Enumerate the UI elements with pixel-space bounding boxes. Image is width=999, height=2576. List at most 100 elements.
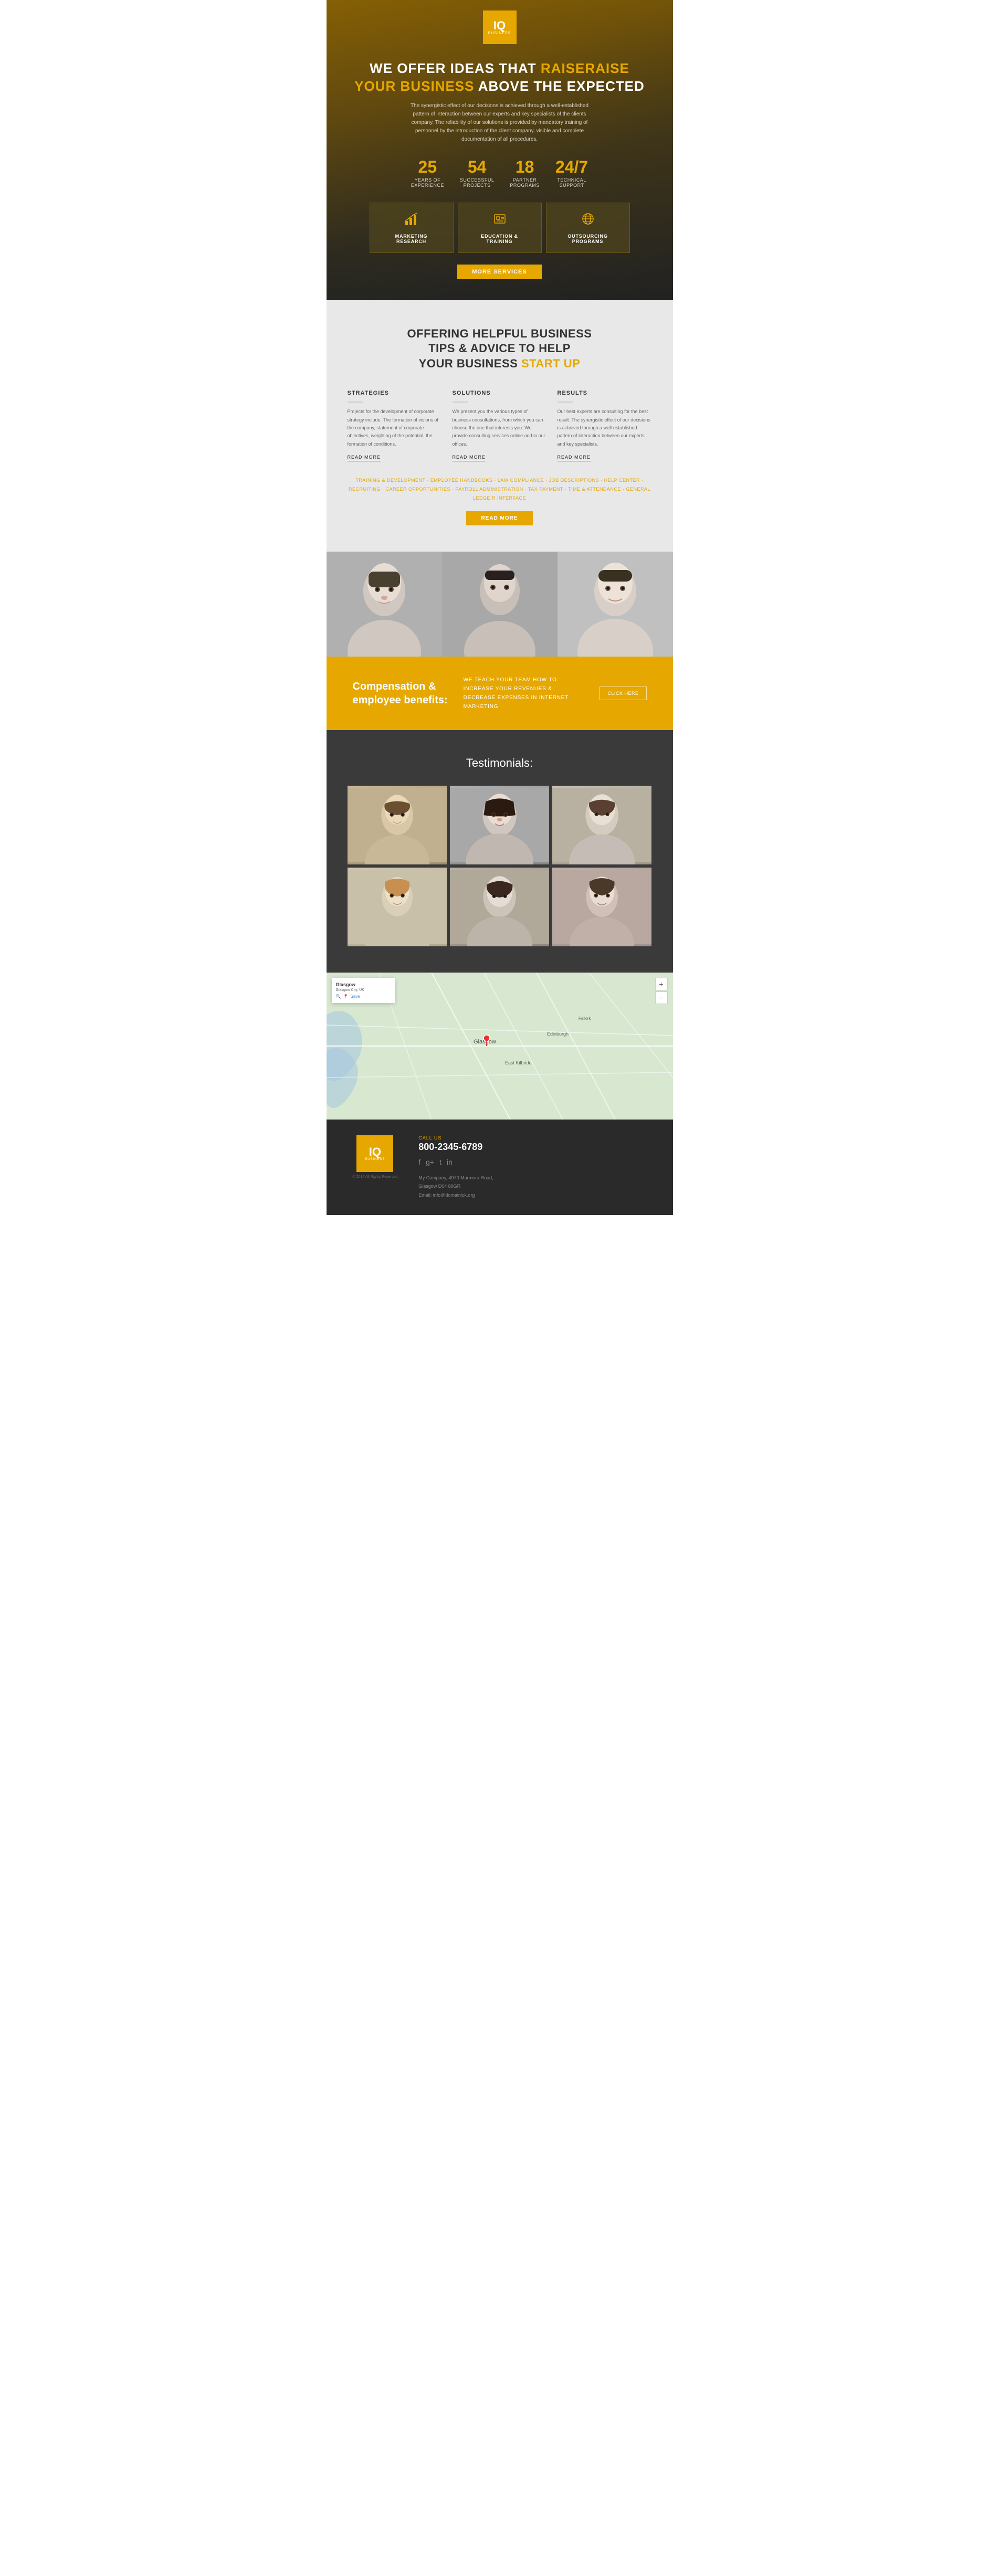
social-facebook[interactable]: f (418, 1158, 420, 1166)
team-photos (327, 552, 673, 657)
stat-programs-label: partnerprograms (510, 177, 540, 188)
social-linkedin[interactable]: in (447, 1158, 453, 1166)
testimonial-1 (348, 786, 447, 864)
solutions-read-more[interactable]: read more (453, 455, 486, 461)
testimonial-4 (348, 868, 447, 946)
services-links: TRAINING & DEVELOPMENT · EMPLOYEE HANDBO… (348, 476, 652, 503)
hero-title-line1: WE OFFER IDEAS THAT (370, 60, 537, 76)
footer-company: My Company, 4970 Marmora Road, (418, 1175, 493, 1180)
svg-text:East Kilbride: East Kilbride (505, 1060, 532, 1065)
footer-social: f g+ t in (418, 1158, 646, 1166)
results-read-more[interactable]: read more (558, 455, 591, 461)
testimonial-5-svg (450, 868, 549, 946)
team-person-2-svg (442, 552, 558, 657)
footer-logo-business: business (365, 1158, 385, 1161)
service-marketing-label: MARKETINGRESEARCH (395, 234, 428, 244)
logo: IQ business (483, 10, 517, 44)
footer: IQ business © 2014 All Rights Reserved C… (327, 1120, 673, 1215)
stat-programs-number: 18 (510, 159, 540, 175)
social-twitter[interactable]: t (439, 1158, 441, 1166)
svg-text:Falkirk: Falkirk (579, 1016, 592, 1021)
stat-programs: 18 partnerprograms (510, 159, 540, 188)
map-overlay-title: Glasgow (336, 982, 391, 987)
footer-contact: CALL US 800-2345-6789 f g+ t in My Compa… (418, 1135, 646, 1199)
logo-business: business (488, 31, 511, 35)
stat-projects-number: 54 (460, 159, 495, 175)
outsourcing-icon (581, 212, 595, 229)
map-overlay-pin[interactable]: 📍 (343, 994, 348, 999)
hero-title: WE OFFER IDEAS THAT RAISERAISE YOUR BUSI… (354, 60, 645, 96)
hero-raise-word: RAISE (585, 60, 629, 76)
service-outsourcing[interactable]: OUTSOURCINGPROGRAMS (546, 203, 630, 253)
col-solutions: SOLUTIONS We present you the various typ… (453, 390, 547, 461)
stat-projects: 54 successfulprojects (460, 159, 495, 188)
hero-section: IQ business WE OFFER IDEAS THAT RAISERAI… (327, 0, 673, 300)
team-person-1-svg (327, 552, 442, 657)
map-overlay: Glasgow Glasgow City, UK 🔍 📍 Save (332, 978, 395, 1003)
footer-email: Email: info@domainlck.org (418, 1192, 475, 1198)
map-overlay-search[interactable]: 🔍 (336, 994, 341, 999)
footer-address: My Company, 4970 Marmora Road, Glasgow D… (418, 1174, 646, 1199)
tips-line1: OFFERING HELPFUL BUSINESS (407, 327, 592, 340)
stat-support-label: technicalsupport (555, 177, 588, 188)
testimonial-3 (552, 786, 651, 864)
team-photo-1 (327, 552, 442, 657)
tips-section: OFFERING HELPFUL BUSINESS TIPS & ADVICE … (327, 300, 673, 552)
stat-support: 24/7 technicalsupport (555, 159, 588, 188)
stat-support-number: 24/7 (555, 159, 588, 175)
footer-logo: IQ business (356, 1135, 393, 1172)
map-zoom-in[interactable]: + (655, 978, 668, 990)
solutions-text: We present you the various types of busi… (453, 408, 547, 448)
strategies-read-more[interactable]: read more (348, 455, 381, 461)
strategies-text: Projects for the development of corporat… (348, 408, 442, 448)
testimonials-section: Testimonials: (327, 730, 673, 973)
compensation-title: Compensation &employee benefits: (353, 680, 448, 707)
hero-your-business: YOUR BUSINESS (354, 78, 474, 94)
map-section: Glasgow East Kilbride Edinburgh Falkirk … (327, 973, 673, 1120)
testimonials-grid (348, 786, 652, 946)
education-icon (492, 212, 507, 229)
team-photo-3 (558, 552, 673, 657)
results-divider (558, 402, 573, 403)
team-photo-2 (442, 552, 558, 657)
map-zoom-out[interactable]: − (655, 991, 668, 1004)
results-text: Our best experts are consulting for the … (558, 408, 652, 448)
strategies-divider (348, 402, 363, 403)
service-education[interactable]: EDUCATION &TRAINING (458, 203, 542, 253)
service-marketing[interactable]: MARKETINGRESEARCH (370, 203, 454, 253)
footer-call-us: CALL US (418, 1135, 646, 1141)
solutions-divider (453, 402, 468, 403)
social-googleplus[interactable]: g+ (426, 1158, 434, 1166)
marketing-icon (404, 212, 419, 229)
more-services-button[interactable]: more services (457, 265, 542, 279)
compensation-desc: WE TEACH YOUR TEAM HOW TO INCREASE YOUR … (464, 675, 584, 711)
service-outsourcing-label: OUTSOURCINGPROGRAMS (567, 234, 607, 244)
click-here-button[interactable]: click here (600, 687, 646, 700)
testimonials-title: Testimonials: (348, 756, 652, 770)
stat-years: 25 years ofexperience (411, 159, 444, 188)
services-row: MARKETINGRESEARCH EDUCATION &TRAINING (370, 203, 630, 253)
team-person-3-svg (558, 552, 673, 657)
hero-headline: WE OFFER IDEAS THAT RAISERAISE YOUR BUSI… (333, 60, 666, 96)
footer-logo-iq: IQ (369, 1146, 381, 1158)
footer-phone-number: 800-2345-6789 (418, 1142, 646, 1153)
results-title: RESULTS (558, 390, 652, 396)
testimonial-2 (450, 786, 549, 864)
map-overlay-save[interactable]: Save (350, 994, 360, 999)
stat-years-label: years ofexperience (411, 177, 444, 188)
stats-row: 25 years ofexperience 54 successfulproje… (411, 159, 588, 188)
testimonial-2-svg (450, 786, 549, 864)
col-results: RESULTS Our best experts are consulting … (558, 390, 652, 461)
strategies-title: STRATEGIES (348, 390, 442, 396)
hero-subtext: The synergistic effect of our decisions … (395, 102, 605, 144)
three-columns: STRATEGIES Projects for the development … (348, 390, 652, 461)
svg-text:Edinburgh: Edinburgh (547, 1031, 569, 1037)
service-education-label: EDUCATION &TRAINING (481, 234, 518, 244)
col-strategies: STRATEGIES Projects for the development … (348, 390, 442, 461)
map-overlay-subtitle: Glasgow City, UK (336, 988, 391, 992)
logo-iq: IQ (493, 20, 506, 31)
testimonial-1-svg (348, 786, 447, 864)
tips-line3: YOUR BUSINESS (419, 357, 521, 370)
read-more-button[interactable]: read more (466, 511, 532, 525)
testimonial-6-svg (552, 868, 651, 946)
